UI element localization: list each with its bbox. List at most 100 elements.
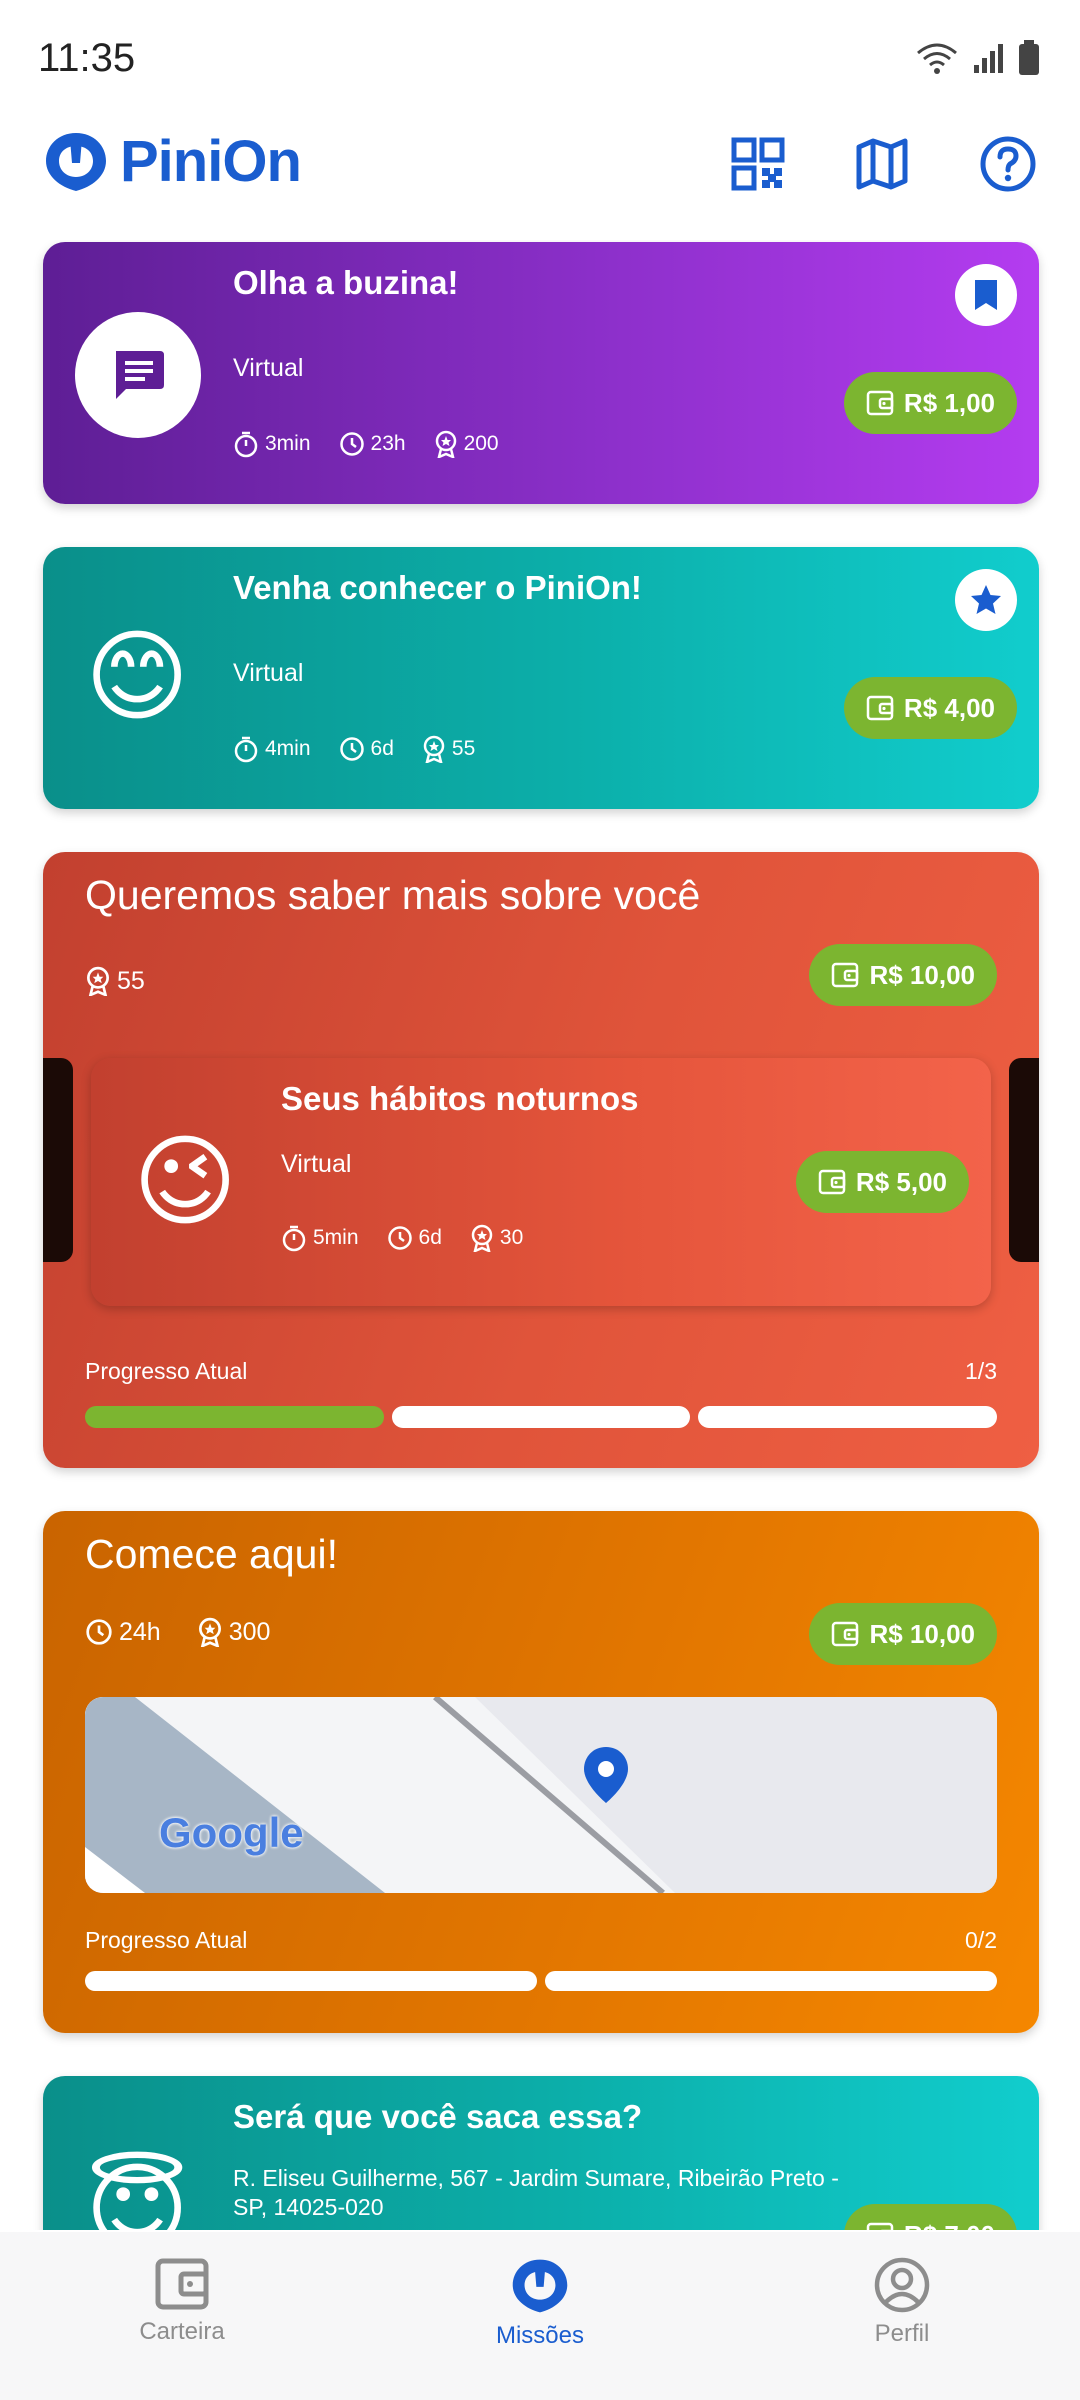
clock-icon bbox=[339, 737, 364, 761]
signal-icon bbox=[972, 41, 1004, 80]
medal-icon bbox=[87, 966, 109, 996]
wifi-icon bbox=[916, 41, 958, 80]
nav-item-perfil[interactable]: Perfil bbox=[782, 2256, 1022, 2348]
featured-badge[interactable] bbox=[955, 569, 1017, 631]
smiling-emoji-icon: 😊 bbox=[85, 618, 190, 735]
reward-amount: R$ 5,00 bbox=[855, 1166, 947, 1197]
mission-title: Venha conhecer o PiniOn! bbox=[233, 569, 642, 606]
mission-meta: 3min 23h 200 bbox=[233, 430, 499, 458]
clock-icon bbox=[86, 1619, 112, 1645]
nav-label: Missões bbox=[495, 2322, 585, 2349]
nav-label: Carteira bbox=[139, 2318, 225, 2345]
duration-text: 5min bbox=[313, 1226, 359, 1249]
mission-address: R. Eliseu Guilherme, 567 - Jardim Sumare… bbox=[233, 2165, 839, 2220]
deadline-meta: 24h bbox=[85, 1618, 161, 1647]
mission-card[interactable]: 😊 Venha conhecer o PiniOn! Virtual 4min … bbox=[43, 547, 1039, 809]
bookmark-button[interactable] bbox=[955, 264, 1017, 326]
reward-amount: R$ 1,00 bbox=[903, 387, 995, 418]
group-title: Queremos saber mais sobre você bbox=[85, 872, 701, 918]
angel-emoji-icon: 😇 bbox=[85, 2151, 190, 2231]
clock-icon bbox=[387, 1226, 412, 1250]
mission-type: Virtual bbox=[281, 1150, 352, 1178]
wallet-icon bbox=[832, 962, 859, 988]
reward-amount: R$ 10,00 bbox=[869, 1618, 975, 1649]
profile-icon bbox=[874, 2257, 930, 2313]
reward-pill: R$ 7,00 bbox=[843, 2204, 1017, 2231]
app-logo: PiniOn bbox=[40, 128, 302, 195]
mission-card[interactable]: 😇 Será que você saca essa? R. Eliseu Gui… bbox=[43, 2076, 1039, 2230]
app-header: PiniOn bbox=[0, 120, 1080, 240]
points-meta: 55 bbox=[85, 966, 145, 996]
reward-pill: R$ 10,00 bbox=[809, 1603, 997, 1665]
nav-item-carteira[interactable]: Carteira bbox=[62, 2256, 302, 2346]
points-meta: 30 bbox=[470, 1224, 523, 1252]
app-name: PiniOn bbox=[120, 129, 302, 194]
app-screen: 11:35 PiniOn Olha a buzina! Virtual 3min… bbox=[0, 0, 1080, 2400]
reward-pill: R$ 1,00 bbox=[843, 372, 1017, 434]
status-bar: 11:35 bbox=[0, 0, 1080, 120]
status-icons bbox=[916, 40, 1040, 81]
progress-label: Progresso Atual bbox=[85, 1927, 248, 1953]
wallet-icon bbox=[866, 695, 894, 721]
reward-amount: R$ 10,00 bbox=[869, 959, 975, 990]
map-button[interactable] bbox=[850, 132, 914, 196]
mission-group-card[interactable]: Queremos saber mais sobre você 55 R$ 10,… bbox=[43, 852, 1039, 1468]
medal-icon bbox=[198, 1617, 221, 1647]
map-icon bbox=[856, 138, 908, 190]
sub-mission-card[interactable]: 😉 Seus hábitos noturnos Virtual 5min 6d … bbox=[91, 1058, 991, 1306]
deadline-meta: 6d bbox=[339, 736, 394, 762]
medal-icon bbox=[471, 1224, 493, 1252]
battery-icon bbox=[1018, 40, 1040, 81]
mission-title: Olha a buzina! bbox=[233, 264, 459, 301]
points-text: 200 bbox=[463, 432, 499, 455]
reward-amount: R$ 4,00 bbox=[903, 692, 995, 723]
map-tiles bbox=[85, 1697, 997, 1893]
google-logo: Google bbox=[159, 1809, 304, 1856]
deadline-text: 24h bbox=[119, 1617, 161, 1646]
stopwatch-icon bbox=[234, 736, 258, 763]
deadline-meta: 6d bbox=[387, 1225, 442, 1251]
progress-bar bbox=[85, 1971, 997, 1991]
duration-text: 3min bbox=[265, 432, 311, 455]
points-text: 30 bbox=[499, 1226, 524, 1249]
deadline-text: 23h bbox=[370, 432, 406, 455]
mission-feed[interactable]: Olha a buzina! Virtual 3min 23h 200 R$ 1… bbox=[0, 240, 1080, 2230]
nav-item-missoes[interactable]: Missões bbox=[420, 2256, 660, 2350]
progress-segment bbox=[698, 1406, 998, 1428]
qr-code-icon bbox=[731, 137, 785, 191]
reward-amount: R$ 7,00 bbox=[904, 2220, 995, 2231]
progress-count: 0/2 bbox=[965, 1927, 997, 1953]
message-icon bbox=[116, 351, 164, 399]
star-icon bbox=[971, 585, 1001, 614]
duration-meta: 5min bbox=[281, 1224, 359, 1252]
winking-emoji-icon: 😉 bbox=[133, 1123, 238, 1240]
reward-pill: R$ 5,00 bbox=[795, 1151, 969, 1213]
stopwatch-icon bbox=[282, 1225, 306, 1252]
progress-count: 1/3 bbox=[965, 1358, 997, 1384]
qr-code-button[interactable] bbox=[726, 132, 790, 196]
mission-group-card[interactable]: Comece aqui! 24h 300 R$ 10,00 Google Pro… bbox=[43, 1511, 1039, 2033]
progress-label: Progresso Atual bbox=[85, 1358, 248, 1384]
mission-card[interactable]: Olha a buzina! Virtual 3min 23h 200 R$ 1… bbox=[43, 242, 1039, 504]
carousel-next-peek[interactable] bbox=[1009, 1058, 1039, 1262]
help-button[interactable] bbox=[976, 132, 1040, 196]
deadline-text: 6d bbox=[418, 1226, 442, 1249]
progress-segment bbox=[391, 1406, 691, 1428]
clock-icon bbox=[339, 432, 364, 456]
progress-segment bbox=[545, 1971, 997, 1991]
medal-icon bbox=[435, 430, 456, 458]
points-text: 55 bbox=[451, 737, 476, 760]
wallet-icon bbox=[155, 2258, 209, 2310]
duration-text: 4min bbox=[265, 737, 311, 760]
nav-label: Perfil bbox=[874, 2320, 930, 2347]
carousel-prev-peek[interactable] bbox=[43, 1058, 73, 1262]
mission-avatar bbox=[75, 312, 201, 438]
mission-title: Será que você saca essa? bbox=[233, 2098, 643, 2135]
medal-icon bbox=[423, 735, 445, 763]
deadline-text: 6d bbox=[370, 737, 394, 760]
points-meta: 300 bbox=[197, 1617, 270, 1647]
location-map[interactable]: Google bbox=[85, 1697, 997, 1893]
progress-bar bbox=[85, 1406, 998, 1428]
wallet-icon bbox=[832, 1621, 859, 1647]
reward-pill: R$ 10,00 bbox=[809, 944, 997, 1006]
